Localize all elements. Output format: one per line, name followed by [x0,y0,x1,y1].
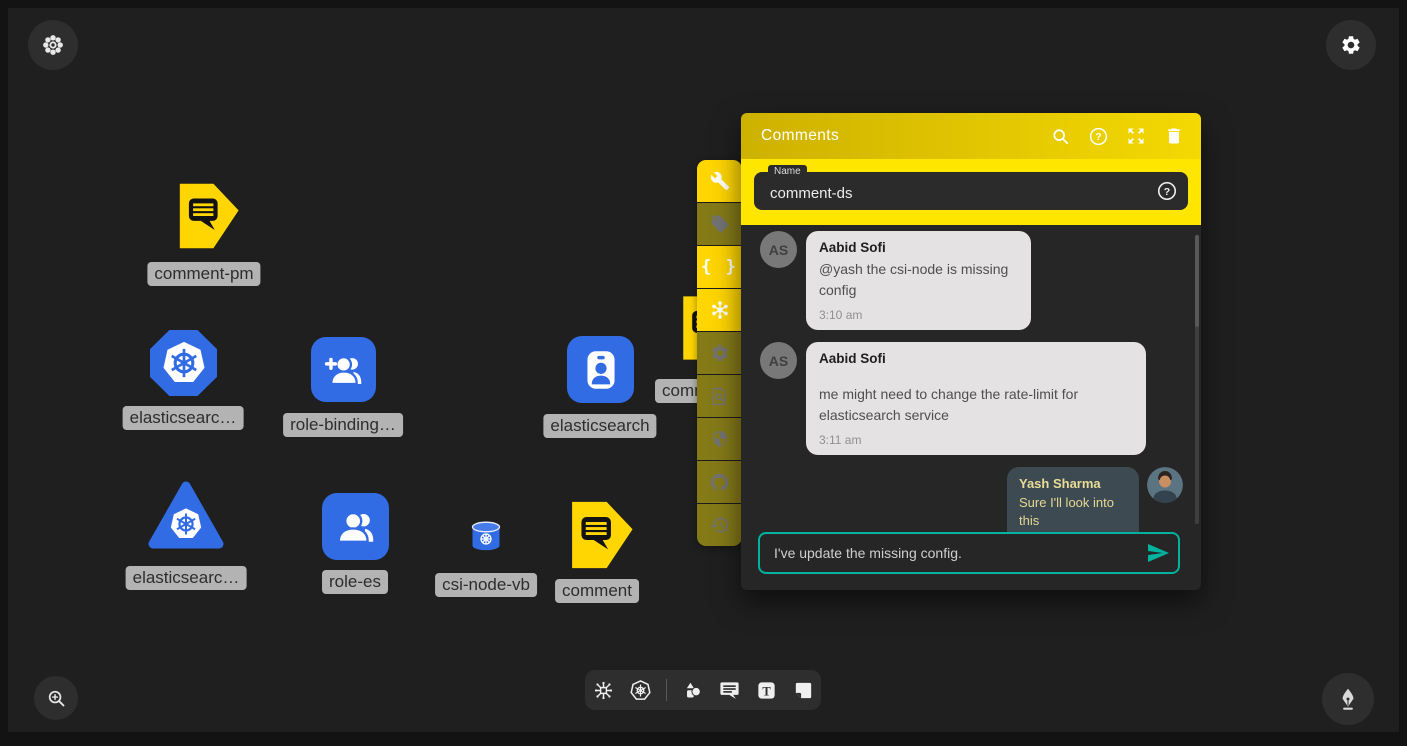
node-elasticsearch-octagon[interactable] [150,330,217,396]
name-input[interactable] [754,172,1188,210]
zoom-button[interactable] [34,676,78,720]
node-label-role-es[interactable]: role-es [322,570,388,594]
node-label-elasticsearch-3[interactable]: elasticsearc… [126,566,247,590]
role-binding-icon [321,347,367,393]
github-icon [709,472,730,493]
node-context-toolbar: { } [697,160,742,546]
braces-icon: { } [701,257,738,277]
message-bubble[interactable]: Aabid Sofi me might need to change the r… [806,342,1146,455]
name-field-label: Name [768,165,807,179]
chat-message-input[interactable] [758,532,1180,574]
comments-panel-header[interactable]: Comments [741,113,1201,159]
node-elasticsearch-serviceaccount[interactable] [567,336,634,403]
expand-icon[interactable] [1125,125,1147,147]
toolbar-history-button[interactable] [697,504,742,546]
messages-list[interactable]: AS Aabid Sofi @yash the csi-node is miss… [741,225,1201,532]
help-icon[interactable] [1087,125,1109,147]
kubernetes-icon [629,679,652,702]
node-label-comment[interactable]: comment [555,579,639,603]
triangle-kubernetes-icon [148,480,224,552]
message-author: Yash Sharma [1019,476,1127,491]
circuit-icon [592,679,615,702]
node-label-elasticsearch-2[interactable]: elasticsearch [543,414,656,438]
panel-title: Comments [761,127,839,145]
tag-icon [710,214,730,234]
node-comment[interactable] [562,500,634,570]
kubernetes-tool-button[interactable] [629,679,652,702]
canvas-tools-toolbar [585,670,821,710]
wrench-icon [710,171,730,191]
node-label-csi-node-vb[interactable]: csi-node-vb [435,573,537,597]
canvas-stage[interactable]: comment-pm elasticsearc… role-binding… e… [0,0,1407,746]
pen-nib-icon [1335,686,1361,712]
node-label-role-binding[interactable]: role-binding… [283,413,403,437]
gear-icon [710,343,730,363]
message-text: Sure I'll look into this [1019,494,1127,530]
history-icon [710,515,730,535]
comments-panel: Comments Name AS Aabid Sofi @yash the cs… [741,113,1201,590]
node-comment-pm[interactable] [170,182,240,250]
toolbar-github-button[interactable] [697,461,742,503]
node-elasticsearch-triangle[interactable] [148,480,224,552]
comment-shape-icon [170,182,240,250]
comment-tool-button[interactable] [718,679,741,702]
app-menu-button[interactable] [28,20,78,70]
comment-icon [718,679,741,702]
message-text: me might need to change the rate-limit f… [819,384,1133,426]
send-icon[interactable] [1146,541,1170,565]
message-row: Yash Sharma Sure I'll look into this 3:2… [760,467,1183,532]
node-role-es[interactable] [322,493,389,560]
message-author: Aabid Sofi [819,351,1133,366]
toolbar-security-button[interactable] [697,418,742,460]
role-icon [332,503,380,551]
shield-icon [710,429,730,449]
settings-button[interactable] [1326,20,1376,70]
shapes-tool-button[interactable] [681,679,704,702]
toolbar-divider [666,679,667,701]
toolbar-configure-button[interactable] [697,160,742,202]
delete-icon[interactable] [1163,125,1185,147]
cylinder-icon [469,519,503,553]
circuit-tool-button[interactable] [592,679,615,702]
message-bubble[interactable]: Aabid Sofi @yash the csi-node is missing… [806,231,1031,330]
doc-search-icon [709,386,730,407]
note-icon [792,679,815,702]
message-row: AS Aabid Sofi me might need to change th… [760,342,1183,455]
toolbar-settings-button[interactable] [697,332,742,374]
name-help-icon[interactable] [1156,180,1178,202]
node-label-comment-pm[interactable]: comment-pm [147,262,260,286]
avatar-photo [1147,467,1183,503]
comment-shape-icon [562,500,634,570]
node-role-binding[interactable] [311,337,376,402]
toolbar-mesh-button[interactable] [697,289,742,331]
name-field-section: Name [741,159,1201,225]
avatar-initials: AS [760,342,797,379]
kanvas-flower-icon [41,33,65,57]
gear-icon [1340,34,1362,56]
avatar-initials: AS [760,231,797,268]
zoom-in-icon [45,687,68,710]
text-tool-button[interactable] [755,679,778,702]
text-tool-icon [755,679,778,702]
toolbar-inspect-button[interactable] [697,375,742,417]
message-bubble[interactable]: Yash Sharma Sure I'll look into this 3:2… [1007,467,1139,532]
message-time: 3:11 am [819,433,1133,447]
message-time: 3:10 am [819,308,1018,322]
toolbar-json-button[interactable]: { } [697,246,742,288]
node-label-elasticsearch-1[interactable]: elasticsearc… [123,406,244,430]
shapes-icon [681,679,704,702]
message-text: @yash the csi-node is missing config [819,259,1018,301]
service-account-badge-icon [576,345,626,395]
node-csi-node-vb[interactable] [469,519,503,553]
message-author: Aabid Sofi [819,240,1018,255]
message-row: AS Aabid Sofi @yash the csi-node is miss… [760,231,1183,330]
note-tool-button[interactable] [792,679,815,702]
messages-scrollbar[interactable] [1195,235,1199,524]
kubernetes-logo-icon [161,340,207,386]
search-icon[interactable] [1049,125,1071,147]
mesh-flower-icon [709,299,731,321]
chat-input-row [741,532,1201,590]
pen-tool-button[interactable] [1322,673,1374,725]
toolbar-label-button[interactable] [697,203,742,245]
